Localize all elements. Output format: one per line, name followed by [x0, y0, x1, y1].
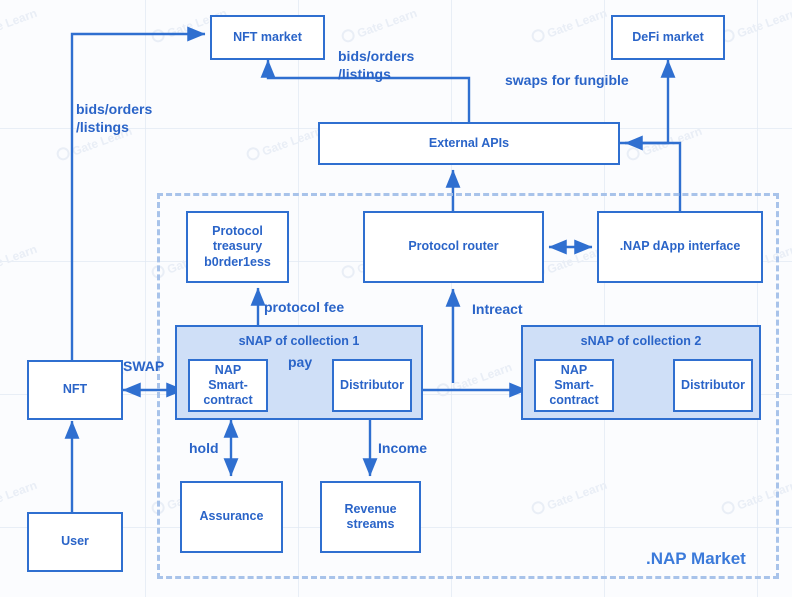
- watermark-text: Gate Learn: [0, 241, 39, 277]
- gate-logo-icon: [54, 145, 72, 163]
- node-assurance[interactable]: Assurance: [180, 481, 283, 553]
- watermark-text: Gate Learn: [339, 5, 419, 46]
- node-user[interactable]: User: [27, 512, 123, 572]
- watermark-text: Gate Learn: [719, 5, 792, 46]
- edge-label-bids-orders-right: bids/orders /listings: [338, 48, 415, 82]
- watermark-text: Gate Learn: [529, 5, 609, 46]
- gate-logo-icon: [149, 27, 167, 45]
- gate-logo-icon: [529, 27, 547, 45]
- watermark-text: Gate Learn: [624, 123, 704, 164]
- snap2-nap-smart-contract[interactable]: NAP Smart- contract: [534, 359, 614, 412]
- snap2-distributor[interactable]: Distributor: [673, 359, 753, 412]
- node-external-apis[interactable]: External APIs: [318, 122, 620, 165]
- snap1-nap-smart-contract[interactable]: NAP Smart- contract: [188, 359, 268, 412]
- watermark-text: Gate Learn: [0, 5, 39, 41]
- edge-label-bids-orders-left: bids/orders /listings: [76, 101, 153, 135]
- diagram-canvas: Gate Learn Gate Learn Gate Learn Gate Learn…: [0, 0, 792, 597]
- nap-market-zone-label: .NAP Market: [646, 549, 746, 568]
- node-nft[interactable]: NFT: [27, 360, 123, 420]
- edge-label-pay: pay: [288, 354, 313, 370]
- node-nap-dapp-interface[interactable]: .NAP dApp interface: [597, 211, 763, 283]
- gate-logo-icon: [339, 27, 357, 45]
- snap-collection-2-title: sNAP of collection 2: [580, 334, 702, 348]
- snap-collection-1-title: sNAP of collection 1: [238, 334, 360, 348]
- edge-label-swap: SWAP: [123, 358, 165, 374]
- gate-logo-icon: [244, 145, 262, 163]
- node-protocol-router[interactable]: Protocol router: [363, 211, 544, 283]
- watermark-text: Gate Learn: [244, 123, 324, 164]
- node-nft-market[interactable]: NFT market: [210, 15, 325, 60]
- node-defi-market[interactable]: DeFi market: [611, 15, 725, 60]
- snap1-distributor[interactable]: Distributor: [332, 359, 412, 412]
- snap-collection-1[interactable]: sNAP of collection 1 NAP Smart- contract…: [175, 325, 423, 420]
- edge-label-intreact: Intreact: [472, 301, 523, 317]
- node-revenue-streams[interactable]: Revenue streams: [320, 481, 421, 553]
- snap-collection-2[interactable]: sNAP of collection 2 NAP Smart- contract…: [521, 325, 761, 420]
- edge-label-protocol-fee: protocol fee: [264, 299, 345, 315]
- gate-logo-icon: [624, 145, 642, 163]
- edge-label-income: Income: [378, 440, 428, 456]
- edge-label-hold: hold: [189, 440, 219, 456]
- node-protocol-treasury[interactable]: Protocol treasury b0rder1ess: [186, 211, 289, 283]
- edge-label-swaps-for-fungible: swaps for fungible: [505, 72, 629, 88]
